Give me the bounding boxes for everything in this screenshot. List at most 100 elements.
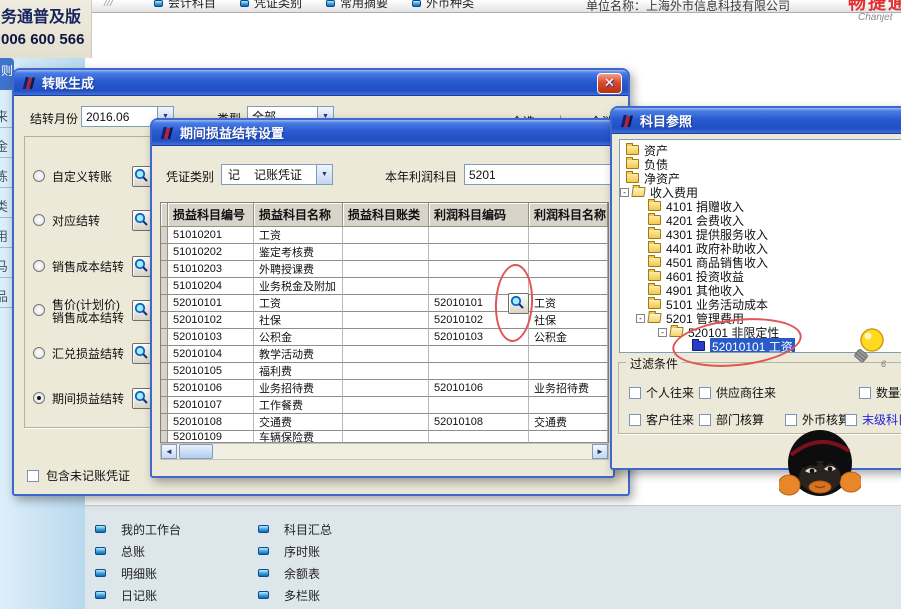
checkbox[interactable] [859, 387, 871, 399]
row-selector-cell[interactable] [161, 244, 168, 261]
checkbox[interactable] [785, 414, 797, 426]
column-header[interactable]: 利润科目编码 [429, 203, 529, 227]
menu-item-2[interactable]: 常用摘要 [326, 0, 388, 11]
filter-checkbox-外币核算[interactable]: 外币核算 [785, 411, 850, 428]
row-selector-cell[interactable] [161, 414, 168, 431]
voucher-type-select[interactable]: 记 记账凭证 ▼ [221, 164, 333, 185]
transfer-option-radio-3[interactable] [33, 304, 45, 316]
workspace-link-科目汇总[interactable]: 科目汇总 [258, 518, 332, 540]
tree-collapse-icon[interactable]: - [620, 188, 629, 197]
checkbox[interactable] [699, 414, 711, 426]
transfer-option-radio-5[interactable] [33, 392, 45, 404]
scroll-left-icon[interactable]: ◄ [161, 444, 177, 459]
reference-dialog-titlebar[interactable]: 科目参照 [612, 108, 901, 134]
tree-item[interactable]: 4601 投资收益 [620, 269, 901, 283]
table-cell: 工资 [254, 227, 343, 244]
workspace-link-总账[interactable]: 总账 [95, 540, 181, 562]
period-dialog-titlebar[interactable]: 期间损益结转设置 [152, 120, 613, 146]
transfer-dialog-titlebar[interactable]: 转账生成 ✕ [14, 70, 628, 96]
table-cell [529, 261, 608, 278]
table-row[interactable]: 52010107工作餐费 [161, 397, 608, 414]
menu-item-0[interactable]: 会计科目 [154, 0, 216, 11]
column-header[interactable]: 损益科目账类 [343, 203, 429, 227]
table-cell [343, 346, 429, 363]
workspace-link-余额表[interactable]: 余额表 [258, 562, 332, 584]
table-row[interactable]: 52010109车辆保险费 [161, 431, 608, 443]
table-cell: 交通费 [529, 414, 608, 431]
tree-item[interactable]: 4101 捐赠收入 [620, 199, 901, 213]
workspace-link-多栏账[interactable]: 多栏账 [258, 584, 332, 606]
close-icon[interactable]: ✕ [597, 73, 622, 94]
include-unposted-row[interactable]: 包含未记账凭证 [27, 467, 130, 484]
column-header[interactable]: 损益科目名称 [254, 203, 343, 227]
tree-item[interactable]: 4501 商品销售收入 [620, 255, 901, 269]
row-selector-cell[interactable] [161, 363, 168, 380]
row-selector-cell[interactable] [161, 329, 168, 346]
tree-item[interactable]: 5101 业务活动成本 [620, 297, 901, 311]
row-selector-cell[interactable] [161, 431, 168, 443]
row-selector-cell[interactable] [161, 278, 168, 295]
row-selector-cell[interactable] [161, 380, 168, 397]
table-row[interactable]: 52010108交通费52010108交通费 [161, 414, 608, 431]
tree-collapse-icon[interactable]: - [636, 314, 645, 323]
transfer-option-label: 期间损益结转 [52, 390, 124, 407]
scrollbar-thumb[interactable] [179, 444, 213, 459]
table-row[interactable]: 51010202鉴定考核费 [161, 244, 608, 261]
row-selector-cell[interactable] [161, 227, 168, 244]
workspace-link-日记账[interactable]: 日记账 [95, 584, 181, 606]
checkbox[interactable] [629, 414, 641, 426]
menu-item-1[interactable]: 凭证类别 [240, 0, 302, 11]
menu-item-label: 凭证类别 [254, 0, 302, 11]
filter-checkbox-客户往来[interactable]: 客户往来 [629, 411, 694, 428]
pl-accounts-table: 损益科目编号损益科目名称损益科目账类利润科目编码利润科目名称51010201工资… [160, 202, 609, 444]
filter-checkbox-数量核算[interactable]: 数量核算 [859, 384, 901, 401]
include-unposted-checkbox[interactable] [27, 470, 39, 482]
filter-checkbox-末级科目[interactable]: 末级科目 [845, 411, 901, 428]
table-row[interactable]: 52010104教学活动费 [161, 346, 608, 363]
table-row[interactable]: 51010201工资 [161, 227, 608, 244]
workspace-link-我的工作台[interactable]: 我的工作台 [95, 518, 181, 540]
table-row[interactable]: 51010203外聘授课费 [161, 261, 608, 278]
table-cell [429, 227, 529, 244]
table-row[interactable]: 51010204业务税金及附加 [161, 278, 608, 295]
table-cell: 52010105 [168, 363, 254, 380]
scroll-right-icon[interactable]: ► [592, 444, 608, 459]
checkbox[interactable] [629, 387, 641, 399]
transfer-option-radio-2[interactable] [33, 260, 45, 272]
column-header[interactable]: 损益科目编号 [168, 203, 254, 227]
table-horizontal-scrollbar[interactable]: ◄ ► [160, 443, 609, 460]
row-selector-cell[interactable] [161, 261, 168, 278]
table-cell [343, 278, 429, 295]
transfer-option-radio-4[interactable] [33, 347, 45, 359]
workspace-link-序时账[interactable]: 序时账 [258, 540, 332, 562]
column-header[interactable]: 利润科目名称 [529, 203, 608, 227]
row-selector-cell[interactable] [161, 295, 168, 312]
table-row[interactable]: 52010101工资52010101工资 [161, 295, 608, 312]
table-cell: 52010104 [168, 346, 254, 363]
workspace-link-明细账[interactable]: 明细账 [95, 562, 181, 584]
table-row[interactable]: 52010103公积金52010103公积金 [161, 329, 608, 346]
transfer-option-radio-1[interactable] [33, 214, 45, 226]
menu-item-3[interactable]: 外币种类 [412, 0, 474, 11]
table-row[interactable]: 52010102社保52010102社保 [161, 312, 608, 329]
folder-icon [648, 201, 661, 211]
table-row[interactable]: 52010105福利费 [161, 363, 608, 380]
transfer-option-radio-0[interactable] [33, 170, 45, 182]
profit-account-input[interactable]: 5201 [464, 164, 611, 185]
table-cell: 52010108 [429, 414, 529, 431]
table-cell: 工资 [529, 295, 608, 312]
table-cell: 51010203 [168, 261, 254, 278]
tree-item[interactable]: -收入费用 [620, 185, 901, 199]
table-cell: 教学活动费 [254, 346, 343, 363]
tree-collapse-icon[interactable]: - [658, 328, 667, 337]
filter-checkbox-部门核算[interactable]: 部门核算 [699, 411, 764, 428]
row-selector-cell[interactable] [161, 397, 168, 414]
row-selector-cell[interactable] [161, 346, 168, 363]
chevron-down-icon[interactable]: ▼ [316, 165, 332, 184]
checkbox[interactable] [699, 387, 711, 399]
checkbox[interactable] [845, 414, 857, 426]
row-selector-cell[interactable] [161, 312, 168, 329]
table-row[interactable]: 52010106业务招待费52010106业务招待费 [161, 380, 608, 397]
filter-checkbox-供应商往来[interactable]: 供应商往来 [699, 384, 776, 401]
filter-checkbox-个人往来[interactable]: 个人往来 [629, 384, 694, 401]
